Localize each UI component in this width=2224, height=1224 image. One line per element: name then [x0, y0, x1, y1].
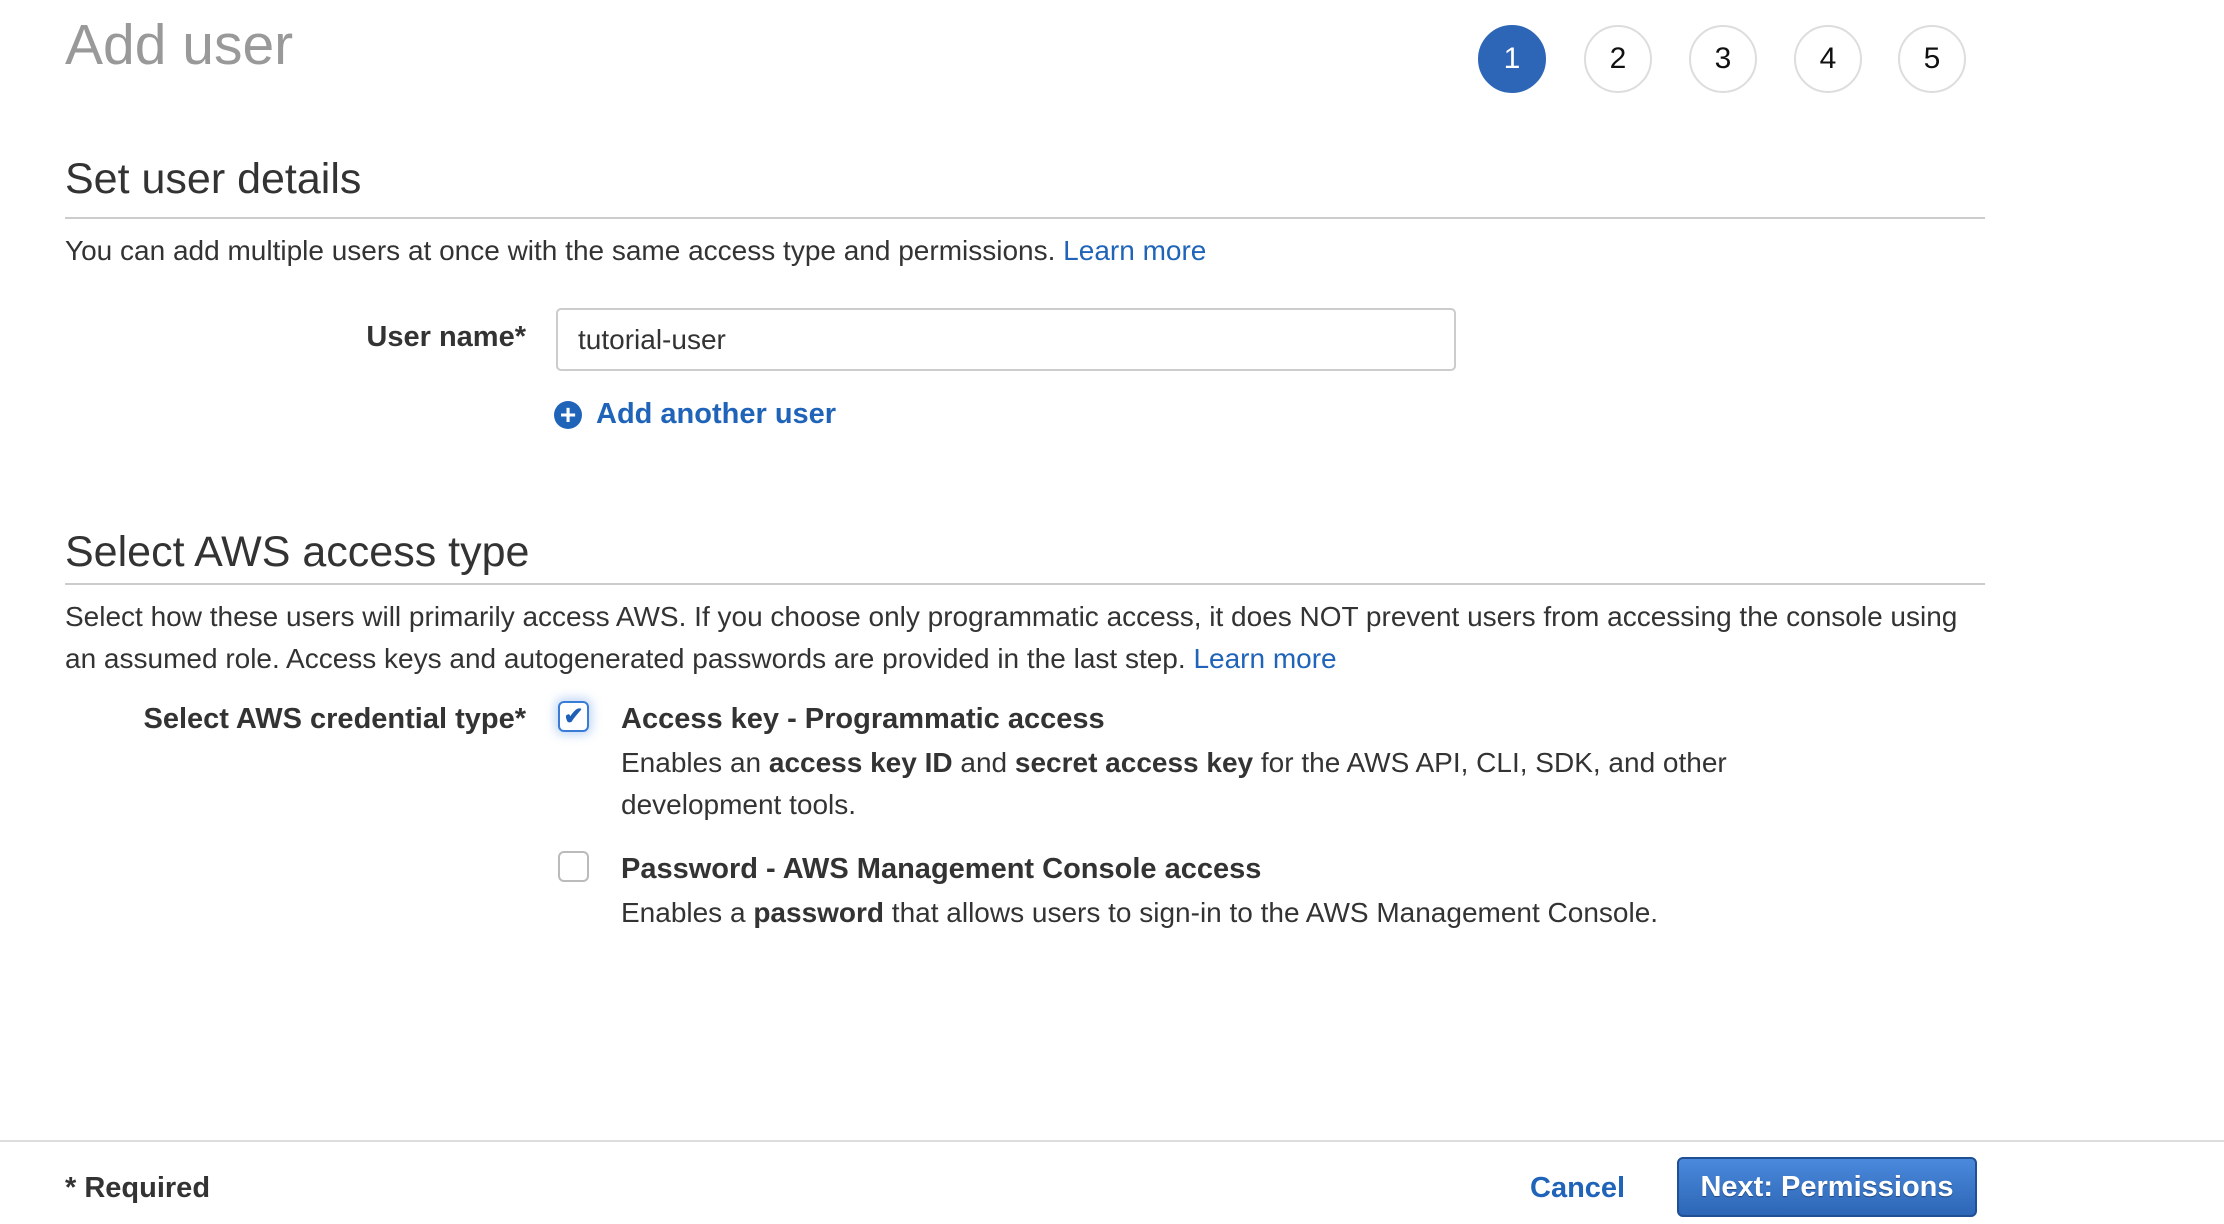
required-note: * Required	[65, 1172, 211, 1204]
next-permissions-button[interactable]: Next: Permissions	[1677, 1157, 1977, 1217]
username-label: User name*	[366, 321, 526, 353]
wizard-step-3[interactable]: 3	[1689, 25, 1757, 93]
description-text: Select how these users will primarily ac…	[65, 601, 1958, 674]
section-divider	[65, 583, 1985, 585]
wizard-step-2[interactable]: 2	[1584, 25, 1652, 93]
access-type-description: Select how these users will primarily ac…	[65, 596, 1985, 680]
username-input[interactable]	[556, 308, 1456, 371]
add-another-user-link[interactable]: + Add another user	[554, 398, 836, 431]
password-checkbox[interactable]	[558, 851, 589, 882]
wizard-step-5[interactable]: 5	[1898, 25, 1966, 93]
wizard-step-1[interactable]: 1	[1478, 25, 1546, 93]
add-another-user-label: Add another user	[596, 398, 837, 430]
learn-more-link[interactable]: Learn more	[1193, 643, 1336, 674]
plus-circle-icon: +	[554, 400, 582, 429]
access-key-option-title: Access key - Programmatic access	[621, 703, 1105, 735]
section-title-user-details: Set user details	[65, 155, 362, 203]
wizard-step-4[interactable]: 4	[1794, 25, 1862, 93]
access-key-option-description: Enables an access key ID and secret acce…	[621, 747, 1727, 820]
access-key-checkbox[interactable]: ✔	[558, 701, 589, 732]
password-option-description: Enables a password that allows users to …	[621, 897, 1659, 928]
section-title-access-type: Select AWS access type	[65, 528, 530, 576]
learn-more-link[interactable]: Learn more	[1063, 235, 1206, 266]
password-option-title: Password - AWS Management Console access	[621, 853, 1262, 885]
page-title: Add user	[65, 13, 294, 77]
user-details-description: You can add multiple users at once with …	[65, 230, 1985, 272]
credential-type-label: Select AWS credential type*	[143, 703, 526, 735]
description-text: You can add multiple users at once with …	[65, 235, 1056, 266]
cancel-button[interactable]: Cancel	[1530, 1172, 1625, 1205]
checkmark-icon: ✔	[563, 703, 584, 730]
section-divider	[65, 217, 1985, 219]
